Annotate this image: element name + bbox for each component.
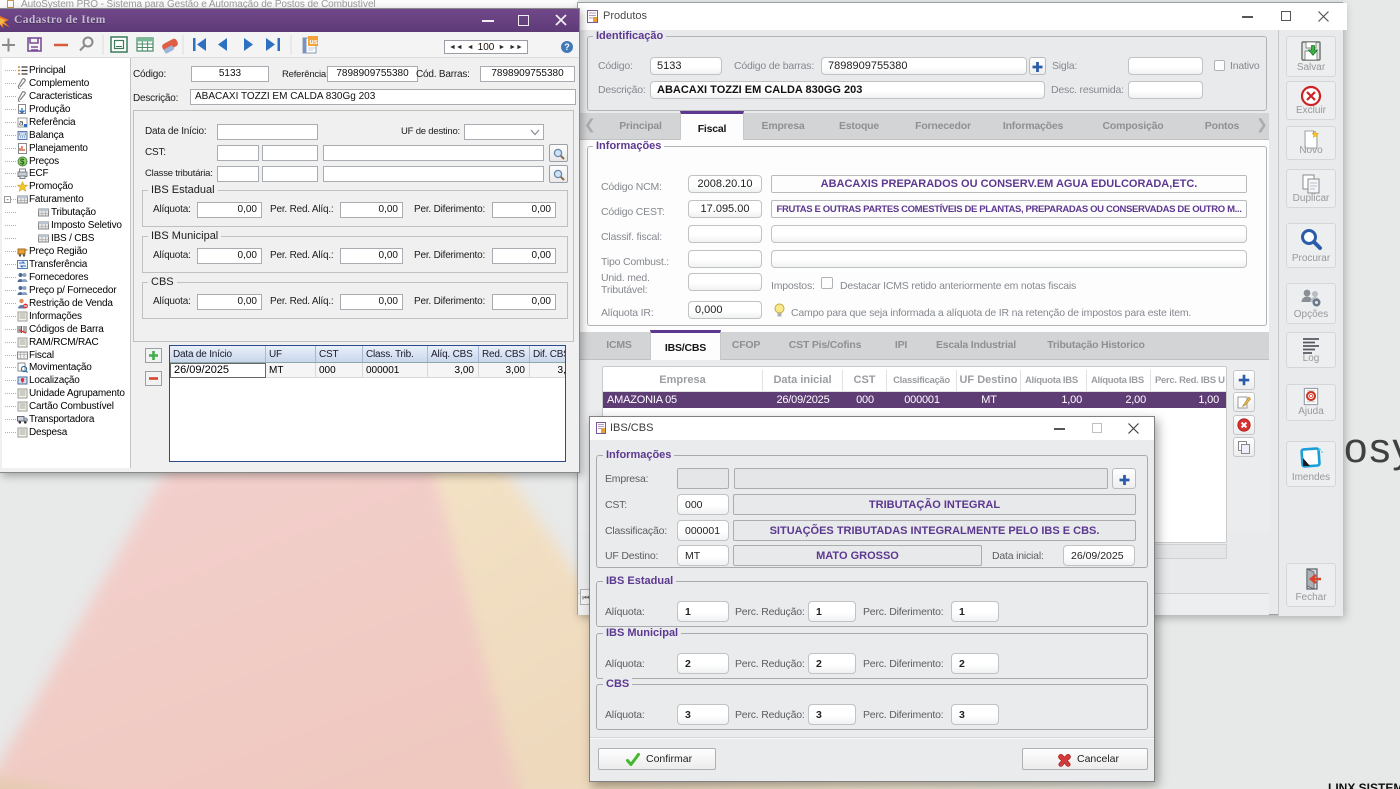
- svg-text:us: us: [310, 39, 318, 46]
